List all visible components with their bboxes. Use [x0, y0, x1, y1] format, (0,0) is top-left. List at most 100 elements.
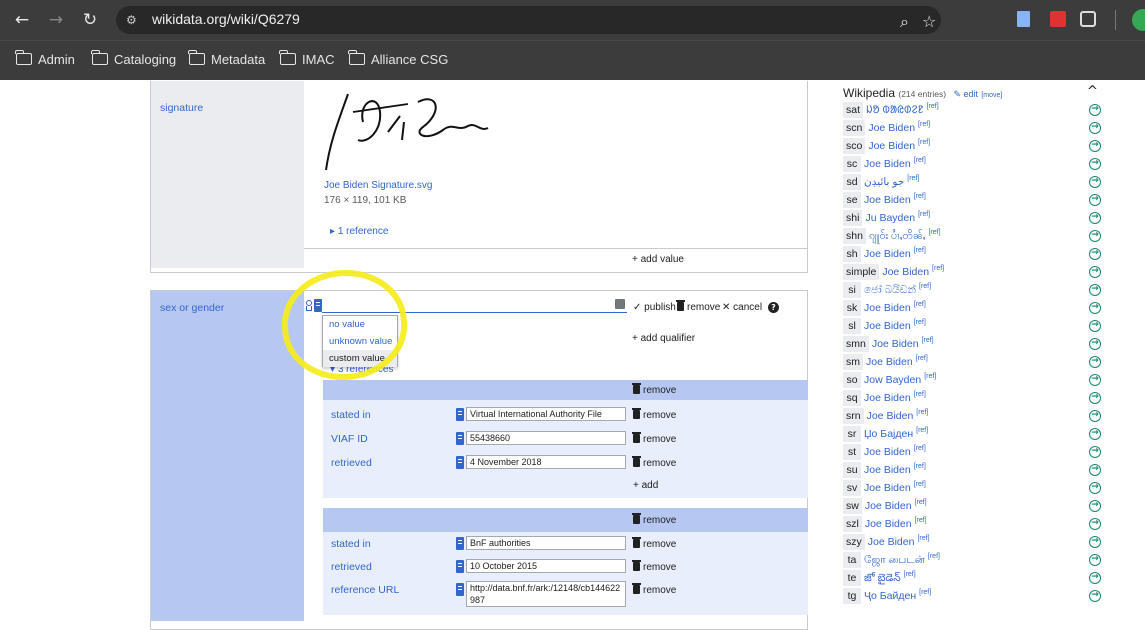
snak-type-icon[interactable]: [456, 456, 464, 469]
sitelink-title[interactable]: ᱡᱚ ᱵᱟᱭᱰᱮᱱ: [866, 104, 924, 116]
sitelink-go-icon[interactable]: →: [1089, 212, 1101, 224]
sitelink-ref-link[interactable]: [ref]: [904, 571, 916, 578]
clear-value-icon[interactable]: [615, 299, 625, 309]
sitelink-title[interactable]: Joe Biden: [882, 266, 929, 278]
sitelink-go-icon[interactable]: →: [1089, 176, 1101, 188]
sitelink-ref-link[interactable]: [ref]: [915, 517, 927, 524]
sitelink-title[interactable]: Joe Biden: [864, 464, 911, 476]
snak-type-icon[interactable]: [456, 432, 464, 445]
sitelink-title[interactable]: Joe Biden: [868, 122, 915, 134]
sitelink-go-icon[interactable]: →: [1089, 248, 1101, 260]
extension-doc-icon[interactable]: [1017, 11, 1030, 27]
sitelink-go-icon[interactable]: →: [1089, 572, 1101, 584]
sitelink-go-icon[interactable]: →: [1089, 410, 1101, 422]
move-link[interactable]: [move]: [981, 92, 1002, 99]
sitelink-ref-link[interactable]: [ref]: [928, 229, 940, 236]
sitelink-title[interactable]: Joe Biden: [865, 518, 912, 530]
sitelink-ref-link[interactable]: [ref]: [914, 319, 926, 326]
sitelink-title[interactable]: جو بائيڊن: [864, 176, 904, 188]
sitelink-go-icon[interactable]: →: [1089, 284, 1101, 296]
sitelink-go-icon[interactable]: →: [1089, 554, 1101, 566]
sitelink-go-icon[interactable]: →: [1089, 122, 1101, 134]
snak-type-icon[interactable]: [456, 560, 464, 573]
sitelink-go-icon[interactable]: →: [1089, 374, 1101, 386]
collapse-chevron-icon[interactable]: ^: [1087, 84, 1098, 99]
property-label-sex-or-gender[interactable]: sex or gender: [160, 302, 224, 314]
sitelink-title[interactable]: Joe Biden: [867, 410, 914, 422]
add-value-button[interactable]: + add value: [632, 254, 684, 265]
sitelink-title[interactable]: Joe Biden: [864, 248, 911, 260]
reference-2-remove-button[interactable]: remove: [632, 513, 676, 526]
sitelink-ref-link[interactable]: [ref]: [918, 121, 930, 128]
sitelink-title[interactable]: Joe Biden: [868, 536, 915, 548]
reference-property[interactable]: retrieved: [331, 561, 372, 573]
profile-avatar[interactable]: [1132, 9, 1145, 31]
sitelink-go-icon[interactable]: →: [1089, 590, 1101, 602]
reference-value-field[interactable]: BnF authorities: [466, 536, 626, 550]
edit-sitelinks-button[interactable]: ✎ edit: [953, 89, 978, 99]
remove-snak-button[interactable]: remove: [632, 583, 676, 596]
sitelink-title[interactable]: Ju Bayden: [865, 212, 915, 224]
sitelink-title[interactable]: ජෝ බයිඩන්: [864, 284, 916, 296]
sitelink-ref-link[interactable]: [ref]: [915, 499, 927, 506]
sitelink-ref-link[interactable]: [ref]: [916, 409, 928, 416]
reference-property[interactable]: stated in: [331, 409, 371, 421]
sitelink-go-icon[interactable]: →: [1089, 446, 1101, 458]
sitelink-ref-link[interactable]: [ref]: [918, 211, 930, 218]
sitelink-go-icon[interactable]: →: [1089, 194, 1101, 206]
sitelink-title[interactable]: Joe Biden: [864, 392, 911, 404]
reference-value-field[interactable]: 55438660: [466, 431, 626, 445]
reference-value-field[interactable]: Virtual International Authority File: [466, 407, 626, 421]
snak-type-icon[interactable]: [456, 408, 464, 421]
reference-property[interactable]: retrieved: [331, 457, 372, 469]
sitelink-title[interactable]: ஜோ பைடன்: [864, 554, 925, 566]
reference-property[interactable]: stated in: [331, 538, 371, 550]
sitelink-ref-link[interactable]: [ref]: [914, 157, 926, 164]
sitelink-go-icon[interactable]: →: [1089, 482, 1101, 494]
sitelink-go-icon[interactable]: →: [1089, 464, 1101, 476]
sitelink-title[interactable]: Ҷо Байден: [864, 590, 916, 602]
sitelink-ref-link[interactable]: [ref]: [919, 589, 931, 596]
property-label-signature[interactable]: signature: [160, 102, 203, 114]
extensions-puzzle-icon[interactable]: [1080, 11, 1096, 27]
signature-references-toggle[interactable]: ▸ 1 reference: [330, 226, 388, 237]
add-qualifier-button[interactable]: + add qualifier: [632, 333, 695, 344]
sitelink-title[interactable]: Joe Biden: [864, 158, 911, 170]
sitelink-title[interactable]: Joe Biden: [864, 302, 911, 314]
sitelink-ref-link[interactable]: [ref]: [914, 463, 926, 470]
sitelink-go-icon[interactable]: →: [1089, 428, 1101, 440]
sitelink-title[interactable]: Joe Biden: [864, 194, 911, 206]
sitelink-go-icon[interactable]: →: [1089, 500, 1101, 512]
sitelink-ref-link[interactable]: [ref]: [914, 301, 926, 308]
sitelink-ref-link[interactable]: [ref]: [914, 247, 926, 254]
sitelink-ref-link[interactable]: [ref]: [917, 535, 929, 542]
zoom-icon[interactable]: ⌕: [900, 12, 909, 32]
sitelink-ref-link[interactable]: [ref]: [927, 103, 939, 110]
sitelink-go-icon[interactable]: →: [1089, 536, 1101, 548]
sitelink-ref-link[interactable]: [ref]: [924, 373, 936, 380]
sitelink-go-icon[interactable]: →: [1089, 302, 1101, 314]
signature-image[interactable]: [318, 82, 493, 174]
address-bar[interactable]: ⚙ wikidata.org/wiki/Q6279 ⌕ ☆: [116, 6, 941, 34]
reload-icon[interactable]: ↻: [80, 10, 100, 30]
sitelink-title[interactable]: Joe Biden: [864, 482, 911, 494]
sitelink-title[interactable]: Jow Bayden: [864, 374, 921, 386]
reference-property[interactable]: reference URL: [331, 584, 399, 596]
reference-1-remove-button[interactable]: remove: [632, 383, 676, 396]
sitelink-ref-link[interactable]: [ref]: [928, 553, 940, 560]
sitelink-ref-link[interactable]: [ref]: [914, 193, 926, 200]
sitelink-title[interactable]: Joe Biden: [872, 338, 919, 350]
sitelink-ref-link[interactable]: [ref]: [914, 481, 926, 488]
sitelink-ref-link[interactable]: [ref]: [932, 265, 944, 272]
remove-snak-button[interactable]: remove: [632, 537, 676, 550]
extension-red-icon[interactable]: [1050, 11, 1066, 27]
add-snak-button[interactable]: + add: [633, 480, 658, 491]
remove-snak-button[interactable]: remove: [632, 408, 676, 421]
sitelink-title[interactable]: Joe Biden: [864, 446, 911, 458]
back-icon[interactable]: ←: [12, 10, 32, 30]
sitelink-ref-link[interactable]: [ref]: [914, 391, 926, 398]
sitelink-go-icon[interactable]: →: [1089, 104, 1101, 116]
bookmark-alliance-csg[interactable]: Alliance CSG: [348, 50, 448, 67]
sitelink-go-icon[interactable]: →: [1089, 140, 1101, 152]
publish-button[interactable]: ✓ publish: [633, 302, 676, 313]
